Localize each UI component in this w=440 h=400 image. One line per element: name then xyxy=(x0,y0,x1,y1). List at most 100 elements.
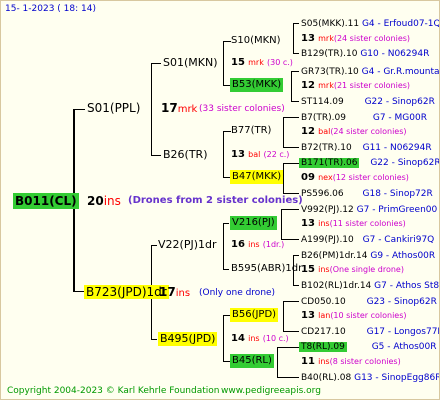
l4-row[interactable]: T8(RL).09 G5 - Athos00R xyxy=(299,341,437,353)
l4-row[interactable]: B26(PM)1dr.14 G9 - Athos00R xyxy=(301,250,435,262)
l4-row[interactable]: V992(PJ).12 G7 - PrimGreen00 xyxy=(301,204,437,216)
l2-d-count: 14 xyxy=(231,333,245,344)
l3-h-name[interactable]: B45(RL) xyxy=(230,354,274,368)
l3-h-note: (8 sister colonies) xyxy=(329,357,401,366)
connector xyxy=(291,71,299,72)
l3-c-count: 12 xyxy=(301,126,315,137)
connector xyxy=(223,223,224,269)
l3-b-name[interactable]: B53(MKK) xyxy=(230,78,284,92)
l3-h-unit: ins xyxy=(318,357,330,366)
l1-bot-unit: ins xyxy=(175,288,191,299)
l4-row[interactable]: CD217.10 G17 - Longos77R xyxy=(301,326,439,338)
l3-c-unit: bal xyxy=(318,127,331,136)
l3-h-stats: 11 ins(8 sister colonies) xyxy=(301,356,401,368)
l4-name: B7(TR).09 xyxy=(301,113,346,123)
connector xyxy=(223,315,224,361)
footer-site-link[interactable]: www.pedigreeapis.org xyxy=(221,386,321,396)
l3-f-name[interactable]: B595(ABR)1dr xyxy=(231,263,302,275)
root-unit: ins xyxy=(103,194,121,208)
connector xyxy=(223,223,229,224)
l4-ref: G7 - Athos St80R xyxy=(374,281,440,291)
connector xyxy=(283,117,299,118)
l3-b-count: 12 xyxy=(301,80,315,91)
l1-top-count: 17 xyxy=(161,101,178,115)
connector xyxy=(293,23,294,53)
l4-row[interactable]: S05(MKK).11 G4 - Erfoud07-1Q xyxy=(301,18,439,30)
l4-ref: G23 - Sinop62R xyxy=(366,297,437,307)
l4-row[interactable]: GR73(TR).10 G4 - Gr.R.mounta xyxy=(301,66,439,78)
root-note: (Drones from 2 sister colonies) xyxy=(128,195,303,206)
l3-f-count: 15 xyxy=(301,264,315,275)
l3-a-name[interactable]: S10(MKN) xyxy=(231,35,281,47)
l4-name: A199(PJ).10 xyxy=(301,235,354,245)
connector xyxy=(151,245,157,246)
connector xyxy=(283,147,299,148)
connector xyxy=(223,41,224,85)
l4-row[interactable]: B40(RL).08 G13 - SinopEgg86R xyxy=(301,372,439,384)
l2-c-name[interactable]: V22(PJ)1dr xyxy=(158,239,217,251)
l3-g-stats: 13 lan(10 sister colonies) xyxy=(301,310,407,322)
l1-bot-name[interactable]: B723(JPD)1dr xyxy=(84,285,169,299)
l4-name: CD217.10 xyxy=(301,327,346,337)
connector xyxy=(291,101,299,102)
l3-d-unit: nex xyxy=(318,173,333,182)
l3-g-unit: lan xyxy=(318,311,331,320)
l4-row[interactable]: B72(TR).10 G11 - N06294R xyxy=(301,142,432,154)
l4-row[interactable]: B129(TR).10 G10 - N06294R xyxy=(301,48,429,60)
l4-ref: G9 - Athos00R xyxy=(370,251,436,261)
footer-copyright: Copyright 2004-2023 © Karl Kehrle Founda… xyxy=(7,386,220,396)
l3-e-unit: ins xyxy=(318,219,330,228)
l2-b-stats: 13 bal (22 c.) xyxy=(231,149,289,161)
l3-c-name[interactable]: B77(TR) xyxy=(231,125,271,137)
l2-c-stats: 16 ins (1dr.) xyxy=(231,239,284,251)
l4-name: PS596.06 xyxy=(301,189,344,199)
l1-bot-stats: 17ins xyxy=(159,286,190,300)
root-stats: 20ins xyxy=(87,195,121,207)
l2-c-note: (1dr.) xyxy=(262,240,285,249)
connector xyxy=(277,347,299,348)
l3-g-note: (10 sister colonies) xyxy=(330,311,407,320)
l4-row[interactable]: B171(TR).06 G22 - Sinop62R xyxy=(299,157,439,169)
connector xyxy=(151,63,152,155)
l2-d-name[interactable]: B495(JPD) xyxy=(158,332,218,346)
l4-ref: G7 - PrimGreen00 xyxy=(356,205,438,215)
l3-e-name[interactable]: V216(PJ) xyxy=(230,216,277,230)
l1-top-stats: 17mrk xyxy=(161,102,197,116)
l3-a-note: (24 sister colonies) xyxy=(333,34,411,43)
l1-top-unit: mrk xyxy=(177,104,198,115)
root-queen[interactable]: B011(CL) xyxy=(13,193,79,209)
l4-ref: G18 - Sinop72R xyxy=(362,189,433,199)
l2-b-name[interactable]: B26(TR) xyxy=(163,149,208,161)
connector xyxy=(223,269,229,270)
l4-row[interactable]: A199(PJ).10 G7 - Cankiri97Q xyxy=(301,234,434,246)
l3-d-name[interactable]: B47(MKK) xyxy=(230,170,284,184)
l3-b-unit: mrk xyxy=(318,81,334,90)
l1-top-note: (33 sister colonies) xyxy=(199,104,285,114)
l4-row[interactable]: PS596.06 G18 - Sinop72R xyxy=(301,188,433,200)
l4-ref: G7 - Cankiri97Q xyxy=(362,235,435,245)
l2-b-count: 13 xyxy=(231,149,245,160)
l2-c-count: 16 xyxy=(231,239,245,250)
l4-row[interactable]: ST114.09 G22 - Sinop62R xyxy=(301,96,435,108)
l4-ref: G7 - MG00R xyxy=(372,113,427,123)
connector xyxy=(277,347,278,377)
l4-name: T8(RL).09 xyxy=(299,342,347,352)
l4-name: CD050.10 xyxy=(301,297,346,307)
l3-a-stats: 13 mrk(24 sister colonies) xyxy=(301,33,410,45)
l3-a-count: 13 xyxy=(301,33,315,44)
connector xyxy=(283,331,299,332)
l3-c-note: (24 sister colonies) xyxy=(330,127,407,136)
l4-row[interactable]: CD050.10 G23 - Sinop62R xyxy=(301,296,437,308)
connector xyxy=(73,109,85,110)
connector xyxy=(293,255,299,256)
connector xyxy=(281,209,282,239)
l3-d-stats: 09 nex(12 sister colonies) xyxy=(301,172,409,184)
l2-a-name[interactable]: S01(MKN) xyxy=(163,57,218,69)
l4-row[interactable]: B7(TR).09 G7 - MG00R xyxy=(301,112,427,124)
l4-row[interactable]: B102(RL)1dr.14 G7 - Athos St80R xyxy=(301,280,440,292)
connector xyxy=(283,301,299,302)
l4-name: B72(TR).10 xyxy=(301,143,352,153)
l1-top-name[interactable]: S01(PPL) xyxy=(87,102,140,114)
l2-d-unit: ins xyxy=(248,334,260,343)
l3-g-name[interactable]: B56(JPD) xyxy=(230,308,279,322)
